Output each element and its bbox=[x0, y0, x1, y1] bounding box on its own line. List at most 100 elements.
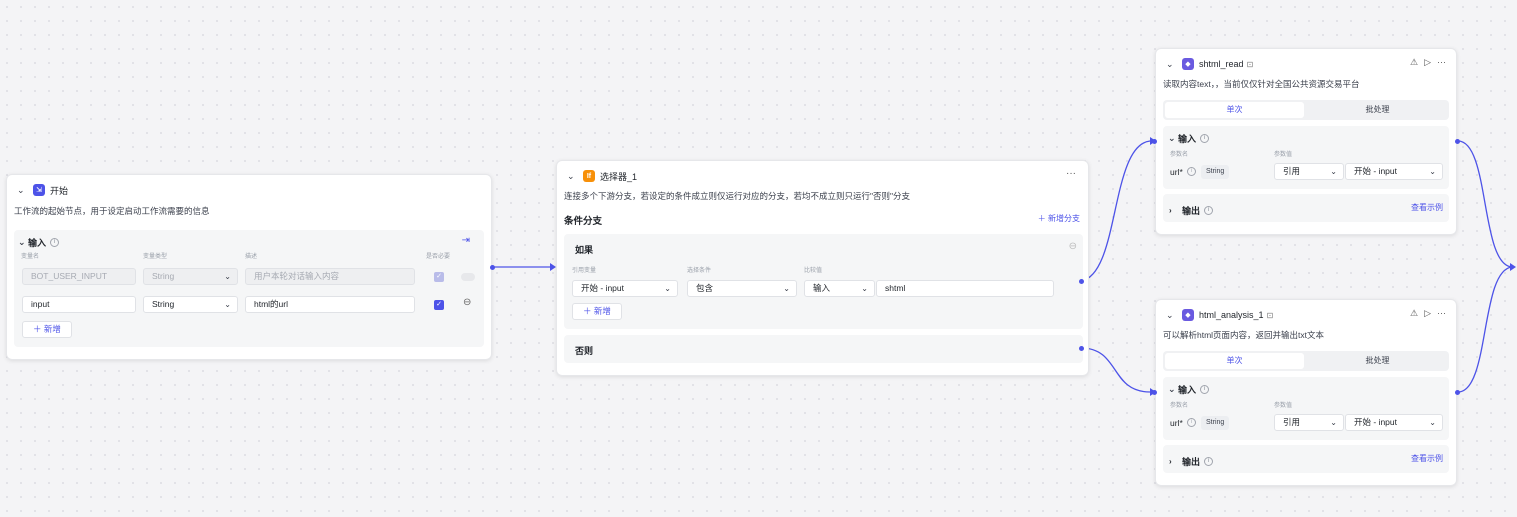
chevron-down-icon[interactable]: ⌄ bbox=[17, 185, 29, 196]
debug-icon[interactable]: ⚠ bbox=[1410, 57, 1418, 68]
node-desc: 读取内容text，，当前仅仅针对全国公共资源交易平台 bbox=[1163, 79, 1360, 89]
chevron-down-icon[interactable]: ⌄ bbox=[1166, 310, 1178, 321]
selector-node[interactable]: ⌄ If 选择器_1 ··· 连接多个下游分支，若设定的条件成立则仅运行对应的分… bbox=[556, 160, 1089, 376]
add-branch-button[interactable]: ＋ 新增分支 bbox=[1038, 213, 1080, 224]
sys-var-name: BOT_USER_INPUT bbox=[22, 268, 136, 285]
node-title: html_analysis_1 bbox=[1199, 310, 1264, 320]
type-tag: String bbox=[1201, 416, 1230, 430]
shtml-input-port[interactable] bbox=[1152, 139, 1157, 144]
param-name: url* bbox=[1170, 167, 1183, 177]
more-icon[interactable]: ··· bbox=[1066, 168, 1076, 179]
info-icon: i bbox=[1200, 134, 1210, 143]
tab-single[interactable]: 单次 bbox=[1165, 102, 1304, 118]
col-condition: 选择条件 bbox=[687, 268, 712, 274]
sys-required-checkbox: ✓ bbox=[434, 272, 444, 282]
play-icon[interactable]: ▷ bbox=[1424, 57, 1431, 68]
ref-select[interactable]: 引用 ⌄ bbox=[1274, 163, 1344, 180]
minus-circle-icon[interactable]: ⊖ bbox=[1069, 241, 1077, 252]
chevron-down-icon[interactable]: ⌄ bbox=[18, 237, 28, 248]
condition-select[interactable]: 包含 ⌄ bbox=[687, 280, 797, 297]
html-output-port[interactable] bbox=[1455, 390, 1460, 395]
tab-single[interactable]: 单次 bbox=[1165, 353, 1304, 369]
node-desc: 可以解析html页面内容，返回并输出txt文本 bbox=[1163, 330, 1325, 340]
tab-batch[interactable]: 批处理 bbox=[1308, 102, 1447, 118]
chevron-down-icon[interactable]: ⌄ bbox=[1168, 384, 1178, 395]
if-label: 如果 bbox=[575, 245, 594, 255]
view-example-link[interactable]: 查看示例 bbox=[1411, 202, 1443, 213]
required-checkbox[interactable]: ✓ bbox=[434, 300, 444, 310]
chevron-down-icon[interactable]: ⌄ bbox=[1166, 59, 1178, 70]
ref-var-select[interactable]: 开始 - input ⌄ bbox=[572, 280, 678, 297]
info-icon: i bbox=[50, 238, 60, 247]
compare-value-input[interactable]: shtml bbox=[876, 280, 1054, 297]
node-title: 开始 bbox=[50, 185, 69, 196]
chevron-down-icon[interactable]: ⌄ bbox=[567, 171, 579, 182]
chevron-down-icon: ⌄ bbox=[1429, 418, 1436, 427]
shtml-read-node[interactable]: ⌄ ◆ shtml_read ⊡ ⚠ ▷ ··· 读取内容text，，当前仅仅针… bbox=[1155, 48, 1457, 235]
col-param-name: 参数名 bbox=[1170, 403, 1189, 409]
mode-tabs: 单次 批处理 bbox=[1163, 351, 1449, 371]
type-tag: String bbox=[1201, 165, 1230, 179]
compare-type-select[interactable]: 输入 ⌄ bbox=[804, 280, 875, 297]
col-param-value: 参数值 bbox=[1274, 403, 1293, 409]
plus-icon: ＋ bbox=[33, 324, 44, 334]
else-output-port[interactable] bbox=[1079, 346, 1084, 351]
info-icon: i bbox=[1187, 167, 1196, 176]
view-example-link[interactable]: 查看示例 bbox=[1411, 453, 1443, 464]
col-param-name: 参数名 bbox=[1170, 152, 1189, 158]
info-icon: i bbox=[1204, 457, 1214, 466]
start-node[interactable]: ⌄ ⇲ 开始 工作流的起始节点，用于设定启动工作流需要的信息 ⌄ 输入 i ⇥ … bbox=[6, 174, 492, 360]
chevron-right-icon[interactable]: › bbox=[1169, 206, 1179, 215]
chevron-down-icon: ⌄ bbox=[1429, 167, 1436, 176]
chevron-down-icon: ⌄ bbox=[224, 300, 231, 309]
chevron-down-icon: ⌄ bbox=[1330, 418, 1337, 427]
plugin-icon: ◆ bbox=[1182, 58, 1194, 70]
plugin-icon: ◆ bbox=[1182, 309, 1194, 321]
value-select[interactable]: 开始 - input ⌄ bbox=[1345, 414, 1443, 431]
chevron-down-icon: ⌄ bbox=[664, 284, 671, 293]
if-output-port[interactable] bbox=[1079, 279, 1084, 284]
var-type-select[interactable]: String ⌄ bbox=[143, 296, 238, 313]
start-output-port[interactable] bbox=[490, 265, 495, 270]
chevron-right-icon[interactable]: › bbox=[1169, 457, 1179, 466]
col-param-value: 参数值 bbox=[1274, 152, 1293, 158]
input-section-title: 输入 bbox=[1178, 385, 1197, 395]
col-var-name: 变量名 bbox=[21, 254, 40, 260]
node-title: shtml_read bbox=[1199, 59, 1244, 69]
debug-icon[interactable]: ⚠ bbox=[1410, 308, 1418, 319]
edge-html-end bbox=[1457, 266, 1513, 393]
chevron-down-icon: ⌄ bbox=[783, 284, 790, 293]
plus-icon: ＋ bbox=[1037, 214, 1048, 223]
edge-else-html bbox=[1080, 347, 1151, 393]
mode-tabs: 单次 批处理 bbox=[1163, 100, 1449, 120]
var-desc-input[interactable]: html的url bbox=[245, 296, 415, 313]
output-section-title: 输出 bbox=[1182, 206, 1201, 216]
edge-if-shtml bbox=[1080, 140, 1151, 282]
minus-circle-icon[interactable]: ⊖ bbox=[463, 297, 471, 308]
more-icon[interactable]: ··· bbox=[1437, 57, 1446, 68]
chevron-down-icon[interactable]: ⌄ bbox=[1168, 133, 1178, 144]
output-section-title: 输出 bbox=[1182, 457, 1201, 467]
html-input-port[interactable] bbox=[1152, 390, 1157, 395]
input-panel: ⌄ 输入 i ⇥ 变量名 变量类型 描述 是否必要 BOT_USER_INPUT… bbox=[14, 230, 484, 347]
plus-icon: ＋ bbox=[583, 306, 594, 316]
html-analysis-node[interactable]: ⌄ ◆ html_analysis_1 ⊡ ⚠ ▷ ··· 可以解析html页面… bbox=[1155, 299, 1457, 486]
play-icon[interactable]: ▷ bbox=[1424, 308, 1431, 319]
section-title: 条件分支 bbox=[564, 216, 603, 227]
value-select[interactable]: 开始 - input ⌄ bbox=[1345, 163, 1443, 180]
more-icon[interactable]: ··· bbox=[1437, 308, 1446, 319]
add-variable-button[interactable]: ＋ 新增 bbox=[22, 321, 72, 338]
col-compare: 比较值 bbox=[804, 268, 823, 274]
ref-select[interactable]: 引用 ⌄ bbox=[1274, 414, 1344, 431]
node-desc: 连接多个下游分支，若设定的条件成立则仅运行对应的分支，若均不成立则只运行"否则"… bbox=[564, 191, 911, 201]
output-panel: › 输出 i 查看示例 bbox=[1163, 445, 1449, 473]
input-section-title: 输入 bbox=[28, 238, 47, 248]
sys-var-type: String ⌄ bbox=[143, 268, 238, 285]
shtml-output-port[interactable] bbox=[1455, 139, 1460, 144]
tab-batch[interactable]: 批处理 bbox=[1308, 353, 1447, 369]
chevron-down-icon: ⌄ bbox=[861, 284, 868, 293]
input-panel: ⌄ 输入 i 参数名 参数值 url* i String 引用 ⌄ 开始 - in… bbox=[1163, 377, 1449, 440]
export-icon[interactable]: ⇥ bbox=[462, 235, 470, 246]
add-condition-button[interactable]: ＋ 新增 bbox=[572, 303, 622, 320]
var-name-input[interactable]: input bbox=[22, 296, 136, 313]
